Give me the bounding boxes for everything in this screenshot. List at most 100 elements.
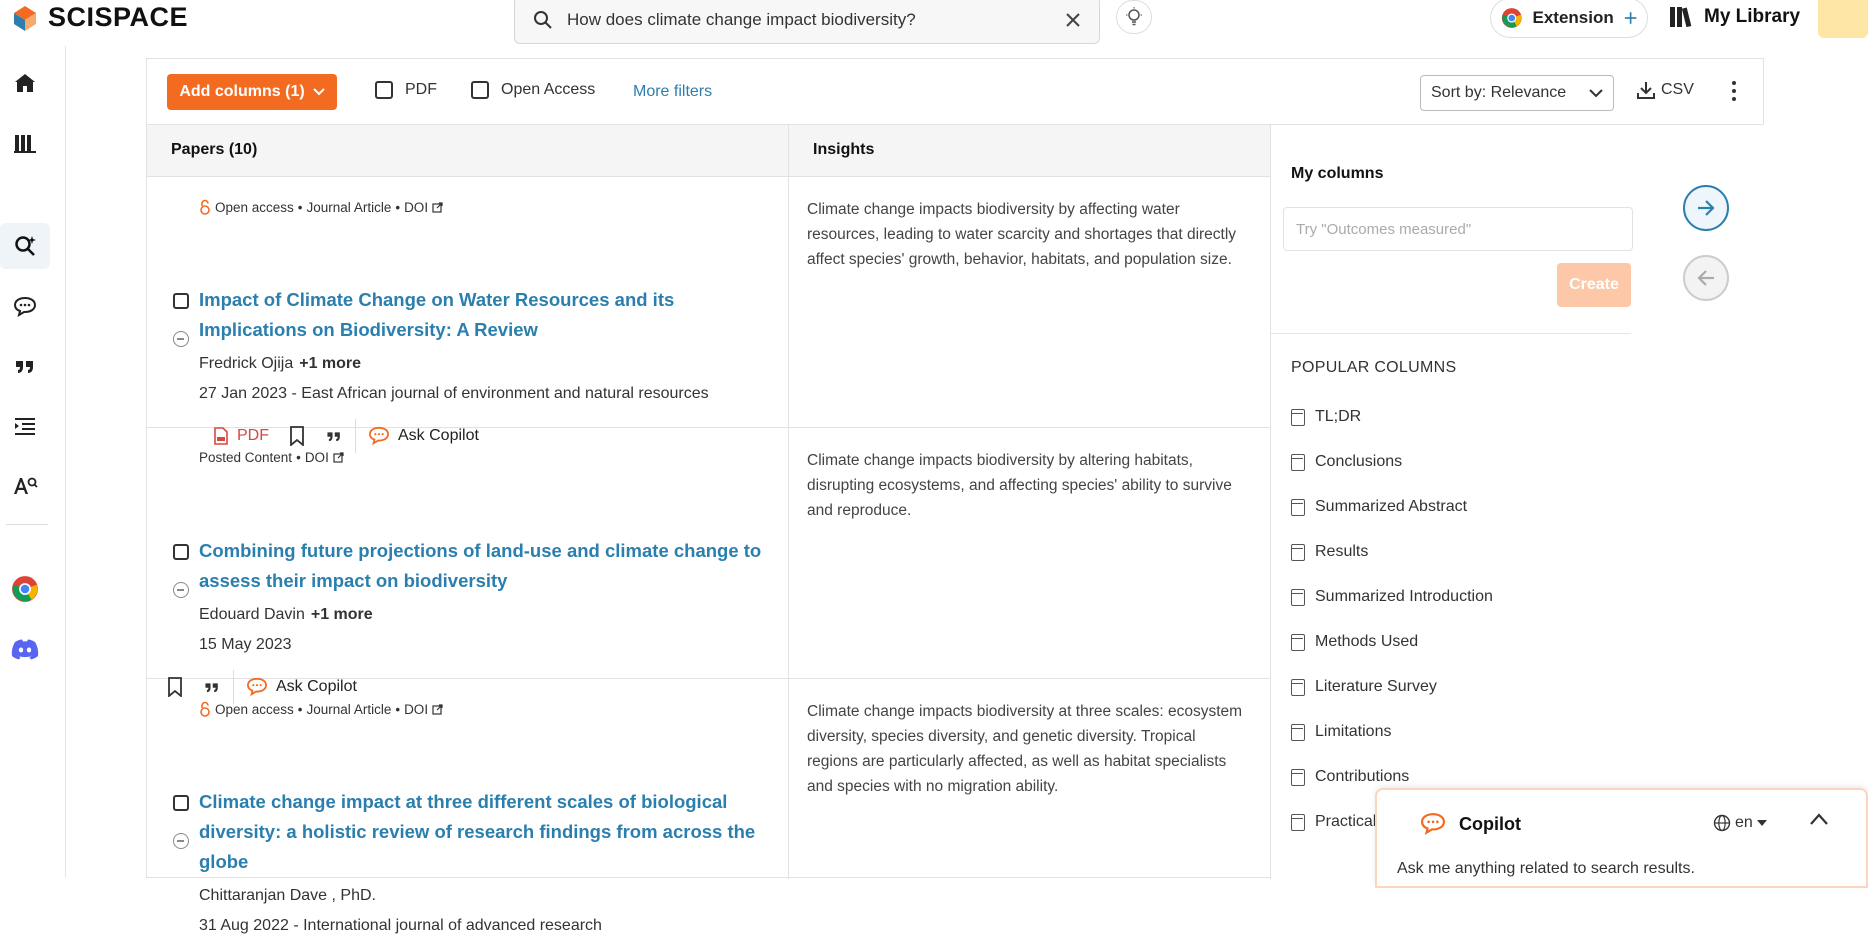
popular-column-label: TL;DR [1315,408,1362,425]
row-checkbox[interactable] [173,795,189,811]
paper-title[interactable]: Combining future projections of land-use… [199,536,769,596]
paper-date: 27 Jan 2023 [199,385,288,402]
sort-dropdown[interactable]: Sort by: Relevance [1420,75,1614,111]
popular-column-label: Results [1315,543,1369,560]
insight-cell: Climate change impacts biodiversity at t… [789,679,1271,879]
collapse-icon[interactable] [173,582,189,598]
language-select[interactable]: en [1713,814,1767,832]
author-name[interactable]: Chittaranjan Dave , PhD. [199,887,376,904]
caret-down-icon [1756,820,1767,826]
nav-search[interactable] [0,223,50,269]
open-access-filter-label: Open Access [501,81,596,98]
folder-icon[interactable] [1818,0,1868,38]
csv-export-button[interactable]: CSV [1637,81,1694,99]
nav-home[interactable] [0,60,50,106]
logo[interactable]: SCISPACE [10,2,188,33]
column-icon [1291,723,1305,741]
lightbulb-icon [1126,7,1142,26]
extension-button[interactable]: Extension [1490,0,1648,38]
more-authors[interactable]: +1 more [311,606,373,623]
table-row: Posted Content • DOI Combining future pr… [147,428,789,704]
popular-column-item[interactable]: Contributions [1291,768,1409,786]
chevron-down-icon [312,88,325,96]
table-row: Open access • Journal Article • DOI Clim… [147,679,789,934]
open-access-lock-icon [200,199,210,215]
lightbulb-button[interactable] [1116,0,1152,34]
more-options-icon[interactable] [1729,77,1739,105]
previous-button[interactable] [1683,255,1729,301]
quote-icon [16,361,33,373]
plus-icon [1624,12,1637,24]
more-authors[interactable]: +1 more [299,355,361,372]
open-access-filter[interactable]: Open Access [471,81,595,99]
collapse-icon[interactable] [173,331,189,347]
meta-separator: • [395,701,401,717]
popular-column-item[interactable]: Conclusions [1291,453,1402,471]
paper-title[interactable]: Climate change impact at three different… [199,787,769,877]
paper-meta: Open access • Journal Article • DOI [199,701,443,717]
insight-text: Climate change impacts biodiversity by a… [807,201,1237,268]
pdf-checkbox[interactable] [375,81,393,99]
doi-link[interactable]: DOI [404,200,428,215]
ai-text-icon [14,477,38,494]
csv-label: CSV [1661,81,1694,98]
pdf-filter-label: PDF [405,81,437,98]
paper-date-venue: 27 Jan 2023 - East African journal of en… [199,385,709,402]
language-label: en [1735,814,1753,831]
popular-column-item[interactable]: Summarized Introduction [1291,588,1493,606]
pdf-filter[interactable]: PDF [375,81,437,99]
popular-columns-title: POPULAR COLUMNS [1291,359,1457,376]
meta-separator: • [296,450,301,465]
add-columns-button[interactable]: Add columns (1) [167,74,337,110]
paper-meta: Open access • Journal Article • DOI [199,199,443,215]
popular-column-label: Conclusions [1315,453,1403,470]
create-column-button[interactable]: Create [1557,263,1631,307]
chevron-up-icon[interactable] [1809,812,1829,826]
collapse-icon[interactable] [173,833,189,849]
nav-discord[interactable] [0,626,50,672]
nav-citation[interactable] [0,343,50,389]
popular-column-item[interactable]: Summarized Abstract [1291,498,1467,516]
discord-icon [11,639,39,660]
paper-title[interactable]: Impact of Climate Change on Water Resour… [199,285,769,345]
author-name[interactable]: Fredrick Ojija [199,355,293,372]
nav-chat[interactable] [0,283,50,329]
popular-column-item[interactable]: TL;DR [1291,408,1361,426]
copilot-chat-icon [1420,813,1446,836]
insight-cell: Climate change impacts biodiversity by a… [789,177,1271,428]
next-button[interactable] [1683,185,1729,231]
more-filters-link[interactable]: More filters [633,83,712,101]
nav-paraphrase[interactable] [0,463,50,509]
column-name-input[interactable]: Try "Outcomes measured" [1283,207,1633,251]
copilot-widget[interactable]: Copilot en Ask me anything related to se… [1375,788,1868,888]
column-icon [1291,588,1305,606]
search-icon [534,11,552,29]
my-columns-divider [1271,333,1631,334]
paper-authors: Fredrick Ojija +1 more [199,355,361,373]
popular-column-label: Limitations [1315,723,1392,740]
external-link-icon [432,201,443,213]
popular-column-item[interactable]: Methods Used [1291,633,1418,651]
column-icon [1291,453,1305,471]
doi-link[interactable]: DOI [404,702,428,717]
search-bar[interactable]: How does climate change impact biodivers… [514,0,1100,44]
close-icon[interactable] [1065,12,1081,28]
popular-column-item[interactable]: Limitations [1291,723,1391,741]
nav-chrome-extension[interactable] [0,566,50,612]
left-sidebar [0,46,66,878]
my-library-button[interactable]: My Library [1668,4,1800,30]
nav-outline[interactable] [0,403,50,449]
paper-date: 31 Aug 2022 [199,917,289,934]
author-name[interactable]: Edouard Davin [199,606,305,623]
open-access-checkbox[interactable] [471,81,489,99]
row-checkbox[interactable] [173,544,189,560]
popular-column-item[interactable]: Results [1291,543,1368,561]
nav-library[interactable] [0,120,50,166]
search-sparkle-icon [15,236,36,256]
nav-divider [6,524,48,525]
search-input[interactable]: How does climate change impact biodivers… [567,10,1065,30]
row-checkbox[interactable] [173,293,189,309]
popular-column-item[interactable]: Literature Survey [1291,678,1437,696]
doi-link[interactable]: DOI [305,450,329,465]
popular-column-item[interactable]: Practical [1291,813,1376,831]
